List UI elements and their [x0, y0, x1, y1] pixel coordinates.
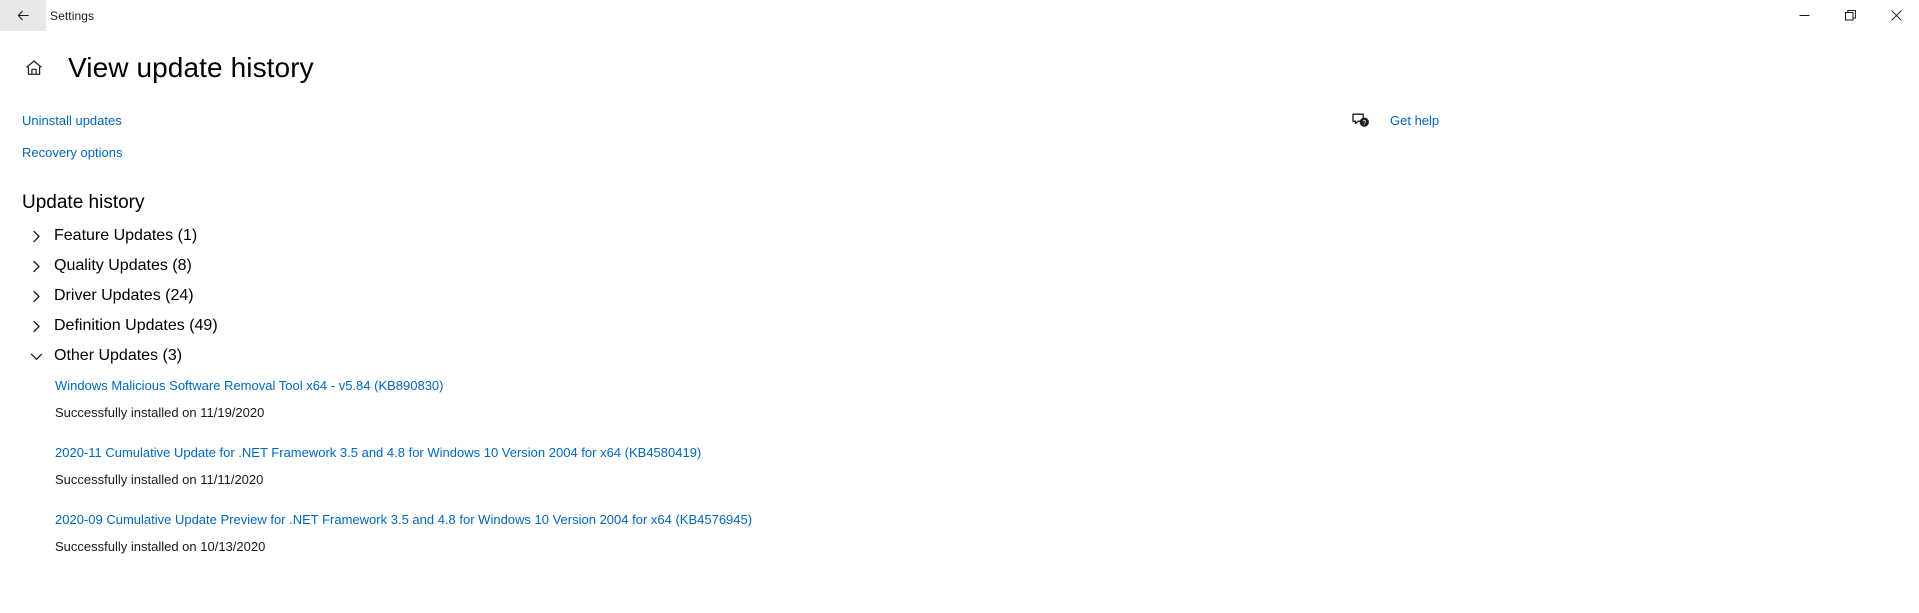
chevron-right-icon	[26, 256, 46, 276]
list-item: 2020-11 Cumulative Update for .NET Frame…	[0, 444, 1919, 488]
uninstall-updates-row: Uninstall updates	[22, 111, 1919, 143]
category-definition-updates[interactable]: Definition Updates (49)	[0, 311, 1919, 341]
minimize-icon	[1799, 15, 1809, 16]
category-other-updates[interactable]: Other Updates (3)	[0, 341, 1919, 371]
update-status: Successfully installed on 10/13/2020	[55, 539, 266, 554]
page-header: View update history	[0, 31, 1919, 91]
title-bar: Settings	[0, 0, 1919, 31]
chevron-right-icon	[26, 316, 46, 336]
category-driver-updates[interactable]: Driver Updates (24)	[0, 281, 1919, 311]
category-label: Definition Updates (49)	[54, 317, 218, 334]
category-label: Quality Updates (8)	[54, 257, 192, 274]
actions-zone: Uninstall updates Recovery options ? Get…	[0, 111, 1919, 175]
close-icon	[1890, 10, 1902, 21]
update-history-title: Update history	[22, 192, 145, 213]
restore-icon	[1844, 10, 1856, 21]
svg-text:?: ?	[1362, 120, 1366, 127]
restore-button[interactable]	[1827, 0, 1873, 31]
recovery-options-link[interactable]: Recovery options	[22, 143, 122, 162]
chevron-right-icon	[26, 226, 46, 246]
page-title: View update history	[68, 52, 314, 83]
get-help-button[interactable]: ? Get help	[1352, 111, 1439, 130]
close-button[interactable]	[1873, 0, 1919, 31]
minimize-button[interactable]	[1781, 0, 1827, 31]
update-status: Successfully installed on 11/11/2020	[55, 472, 264, 487]
chevron-right-icon	[26, 286, 46, 306]
update-title-link[interactable]: 2020-09 Cumulative Update Preview for .N…	[55, 511, 752, 528]
chevron-down-icon	[26, 346, 46, 366]
list-item: Windows Malicious Software Removal Tool …	[0, 377, 1919, 421]
category-label: Other Updates (3)	[54, 347, 183, 364]
other-updates-items: Windows Malicious Software Removal Tool …	[0, 377, 1919, 555]
help-bubble-icon: ?	[1352, 112, 1370, 130]
home-button[interactable]	[22, 56, 46, 80]
recovery-options-row: Recovery options	[22, 143, 1919, 175]
list-item: 2020-09 Cumulative Update Preview for .N…	[0, 511, 1919, 555]
get-help-label: Get help	[1390, 113, 1440, 128]
app-title: Settings	[50, 8, 95, 23]
category-label: Driver Updates (24)	[54, 287, 194, 304]
uninstall-updates-link[interactable]: Uninstall updates	[22, 111, 122, 130]
category-quality-updates[interactable]: Quality Updates (8)	[0, 251, 1919, 281]
back-button[interactable]	[0, 0, 46, 31]
update-category-list: Feature Updates (1) Quality Updates (8) …	[0, 221, 1919, 555]
category-label: Feature Updates (1)	[54, 227, 198, 244]
back-arrow-icon	[17, 10, 29, 21]
update-status: Successfully installed on 11/19/2020	[55, 405, 265, 420]
update-title-link[interactable]: Windows Malicious Software Removal Tool …	[55, 377, 444, 394]
window-controls	[1781, 0, 1919, 31]
update-title-link[interactable]: 2020-11 Cumulative Update for .NET Frame…	[55, 444, 701, 461]
home-icon	[26, 60, 42, 75]
category-feature-updates[interactable]: Feature Updates (1)	[0, 221, 1919, 251]
